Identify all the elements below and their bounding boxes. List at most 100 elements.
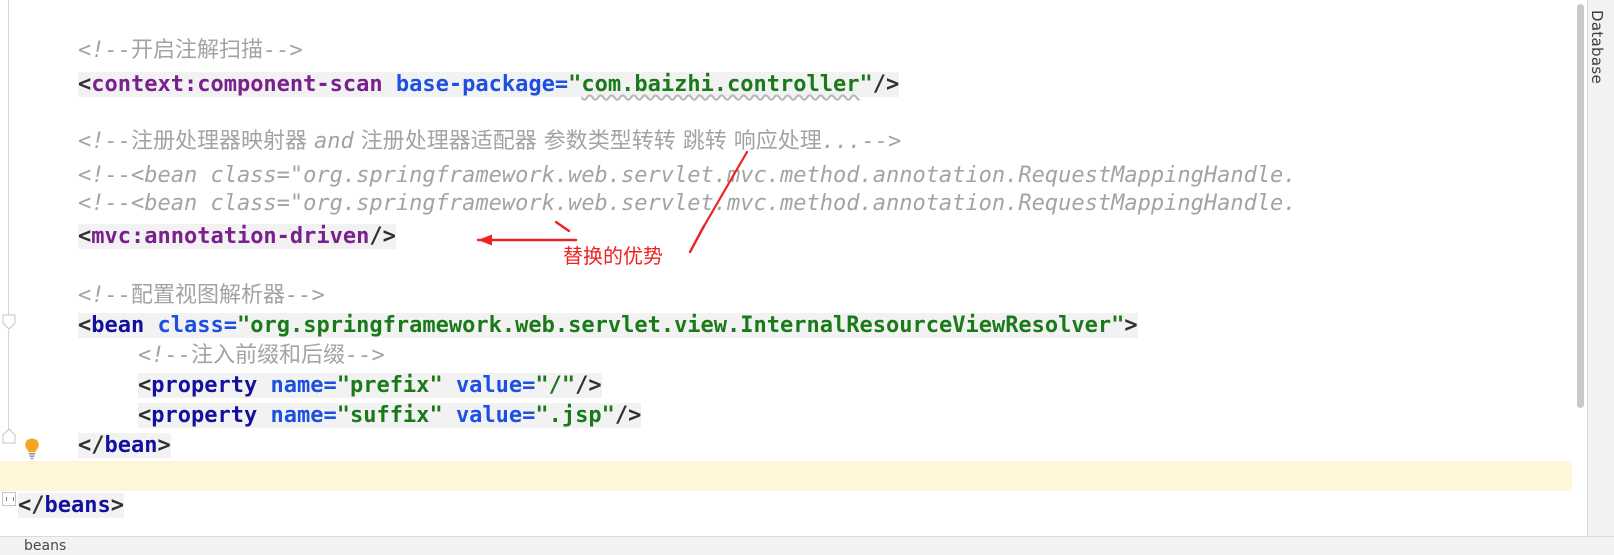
token: ...-->: [821, 129, 902, 154]
token: -->: [285, 283, 325, 308]
token: 注册处理器映射器: [130, 129, 314, 154]
token: base-package: [395, 72, 555, 97]
token: ": [561, 373, 576, 398]
token: =: [323, 403, 337, 428]
line-comment-handler-text: <!--注册处理器映射器 and 注册处理器适配器 参数类型转转 跳转 响应处理…: [78, 129, 901, 154]
token: 配置视图解析器: [130, 283, 285, 308]
token: prefix: [349, 373, 430, 398]
line-property-prefix-text: <property name="prefix" value="/"/>: [138, 373, 602, 398]
line-comment-bean-2[interactable]: <!--<bean class="org.springframework.web…: [18, 189, 1297, 219]
token: ": [859, 72, 873, 97]
token: class: [157, 313, 224, 338]
line-comment-scan[interactable]: <!--开启注解扫描-->: [18, 36, 303, 66]
editor-vertical-scrollbar[interactable]: [1572, 0, 1588, 536]
line-comment-scan-text: <!--开启注解扫描-->: [78, 38, 303, 63]
line-property-suffix-text: <property name="suffix" value=".jsp"/>: [138, 403, 642, 428]
line-property-prefix[interactable]: <property name="prefix" value="/"/>: [18, 371, 602, 401]
token: -->: [345, 343, 385, 368]
caret-line-band: [0, 461, 1614, 491]
token: and: [313, 129, 354, 154]
line-comment-bean-1-text: <!--<bean class="org.springframework.web…: [78, 163, 1297, 188]
line-beans-close[interactable]: </beans>: [18, 491, 124, 521]
breadcrumb-bar: beans: [0, 536, 1614, 555]
token: mvc:annotation-driven: [91, 224, 370, 249]
token: =: [522, 403, 536, 428]
token: value: [455, 373, 523, 398]
token: ": [336, 403, 350, 428]
token: />: [614, 403, 642, 428]
token: <: [138, 403, 152, 428]
token: >: [110, 493, 124, 518]
token: 注册处理器适配器 参数类型转转 跳转 响应处理: [353, 129, 822, 154]
idea-xml-editor-screenshot: <!--开启注解扫描--> <context:component-scan bas…: [0, 0, 1614, 555]
token: name: [270, 373, 324, 398]
line-component-scan[interactable]: <context:component-scan base-package="co…: [18, 70, 900, 100]
line-comment-viewresolver[interactable]: <!--配置视图解析器-->: [18, 281, 325, 311]
fold-collapsed-beans-icon[interactable]: [2, 492, 16, 506]
token: <!--<bean class="org.springframework.web…: [78, 163, 1297, 188]
line-comment-prefix-suffix[interactable]: <!--注入前缀和后缀-->: [18, 341, 385, 371]
token: />: [575, 373, 602, 398]
token: property: [151, 403, 258, 428]
fold-collapse-bean-icon[interactable]: [2, 314, 16, 330]
token: ": [236, 313, 251, 338]
line-property-suffix[interactable]: <property name="suffix" value=".jsp"/>: [18, 401, 642, 431]
token: </: [18, 493, 45, 518]
line-bean-open[interactable]: <bean class="org.springframework.web.ser…: [18, 311, 1138, 341]
token: <!--<bean class="org.springframework.web…: [78, 191, 1297, 216]
token: ": [535, 403, 549, 428]
token: ": [601, 403, 615, 428]
token: org.springframework.web.servlet.view.Int…: [250, 313, 1112, 338]
token: ": [336, 373, 350, 398]
line-bean-open-text: <bean class="org.springframework.web.ser…: [78, 313, 1138, 338]
token: ": [535, 373, 549, 398]
token: suffix: [349, 403, 430, 428]
token: >: [1124, 313, 1138, 338]
line-beans-close-text: </beans>: [18, 493, 124, 518]
token: context:component-scan: [91, 72, 383, 97]
token: <: [138, 373, 152, 398]
token: name: [270, 403, 324, 428]
line-comment-bean-1[interactable]: <!--<bean class="org.springframework.web…: [18, 161, 1297, 191]
token: 注入前缀和后缀: [190, 343, 345, 368]
code-editor[interactable]: <!--开启注解扫描--> <context:component-scan bas…: [18, 0, 1504, 536]
token: />: [369, 224, 396, 249]
token: >: [157, 433, 171, 458]
fold-region-line: [8, 0, 9, 30]
token: =: [554, 72, 569, 97]
token: value: [455, 403, 523, 428]
token: -->: [263, 38, 303, 63]
token: <!--: [78, 129, 131, 154]
line-annotation-driven[interactable]: <mvc:annotation-driven/>: [18, 222, 396, 252]
breadcrumb-item-beans[interactable]: beans: [24, 538, 66, 555]
fold-expand-bean-icon[interactable]: [2, 428, 16, 444]
token: beans: [44, 493, 111, 518]
line-comment-prefix-suffix-text: <!--注入前缀和后缀-->: [138, 343, 385, 368]
line-comment-viewresolver-text: <!--配置视图解析器-->: [78, 283, 325, 308]
token: ": [568, 72, 582, 97]
token: />: [872, 72, 900, 97]
token: .jsp: [548, 403, 602, 428]
line-comment-handler[interactable]: <!--注册处理器映射器 and 注册处理器适配器 参数类型转转 跳转 响应处理…: [18, 127, 901, 157]
token: <: [78, 313, 92, 338]
token: bean: [104, 433, 158, 458]
line-bean-close-text: </bean>: [78, 433, 171, 458]
intention-bulb-icon[interactable]: [22, 437, 42, 461]
tool-window-tab-database[interactable]: Database: [1588, 4, 1614, 124]
line-annotation-driven-text: <mvc:annotation-driven/>: [78, 224, 396, 249]
fold-region-line: [8, 330, 9, 430]
scrollbar-thumb[interactable]: [1577, 4, 1584, 408]
token: ": [429, 403, 443, 428]
token: ": [1111, 313, 1125, 338]
token: <: [78, 72, 92, 97]
token: ": [429, 373, 443, 398]
token: 开启注解扫描: [130, 38, 263, 63]
token: =: [323, 373, 337, 398]
editor-gutter: [0, 0, 19, 536]
token: <!--: [78, 38, 131, 63]
